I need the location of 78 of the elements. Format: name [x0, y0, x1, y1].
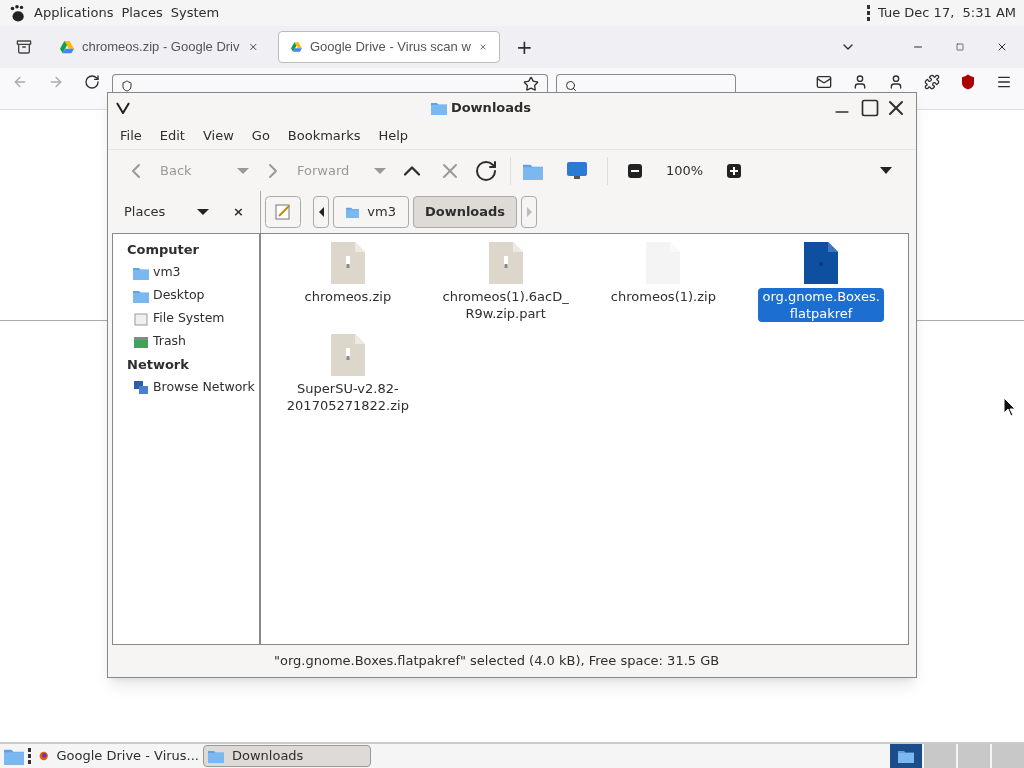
reload-icon[interactable]	[84, 74, 100, 90]
drive-icon	[133, 310, 149, 327]
status-text: "org.gnome.Boxes.flatpakref" selected (4.0 kB), Free space: 31.5 GB	[274, 652, 720, 671]
panel-menu[interactable]: System	[170, 3, 220, 23]
menu-item[interactable]: File	[120, 126, 142, 146]
panel-menu[interactable]: Applications	[34, 3, 114, 23]
zip-file-icon	[330, 334, 365, 376]
file-name[interactable]: SuperSU-v2.82- 201705271822.zip	[282, 380, 413, 414]
path-button[interactable]: Downloads	[413, 196, 517, 228]
file-name[interactable]: chromeos(1).zip	[606, 288, 720, 305]
close-icon[interactable]	[996, 41, 1008, 53]
window-title: Downloads	[450, 99, 532, 118]
foot-logo-icon[interactable]	[8, 4, 26, 22]
workspace-switcher[interactable]	[992, 744, 1024, 768]
computer-icon[interactable]	[567, 160, 587, 181]
sidebar-item[interactable]: vm3	[113, 261, 259, 284]
panel-handle-icon[interactable]	[867, 5, 870, 21]
zoom-out-icon[interactable]	[628, 163, 642, 178]
menu-icon[interactable]	[996, 74, 1012, 90]
zoom-in-icon[interactable]	[727, 163, 742, 178]
zip-file-icon	[488, 242, 523, 284]
menu-item[interactable]: View	[202, 126, 234, 146]
panel-handle-icon[interactable]	[28, 748, 31, 764]
dropdown-icon[interactable]	[197, 209, 210, 215]
sidebar-item[interactable]: Trash	[113, 330, 259, 353]
tab-list-icon[interactable]	[16, 39, 32, 55]
sidebar-item[interactable]: File System	[113, 307, 259, 330]
file-name[interactable]: chromeos.zip	[300, 288, 396, 305]
sidebar-item[interactable]: Browse Network	[113, 376, 259, 399]
panel-menu[interactable]: Places	[121, 3, 163, 23]
shield-icon[interactable]	[960, 74, 976, 90]
close-sidebar-button[interactable]: ×	[233, 202, 244, 222]
browser-tab[interactable]: chromeos.zip - Google Driv	[48, 31, 270, 63]
site-info-icon[interactable]	[121, 80, 133, 92]
profile-icon[interactable]	[852, 74, 868, 90]
file-name[interactable]: org.gnome.Boxes. flatpakref	[758, 288, 884, 322]
folder-icon	[430, 100, 447, 116]
mouse-cursor-icon	[1004, 398, 1016, 416]
browser-tab[interactable]: Google Drive - Virus scan w	[278, 31, 500, 63]
folder-icon	[208, 748, 224, 764]
close-tab-icon[interactable]	[247, 41, 258, 53]
account-icon[interactable]	[888, 74, 904, 90]
maximize-icon[interactable]	[860, 98, 880, 118]
workspace-switcher[interactable]	[958, 744, 990, 768]
menu-item[interactable]: Bookmarks	[287, 126, 361, 146]
zoom-level: 100%	[666, 161, 704, 180]
menu-item[interactable]: Go	[251, 126, 270, 146]
close-tab-icon[interactable]	[478, 41, 487, 53]
network-icon	[133, 379, 149, 396]
bookmark-star-icon[interactable]	[523, 76, 539, 92]
zip-file-icon	[330, 242, 365, 284]
new-tab-button[interactable]: +	[508, 32, 541, 62]
sidebar-heading: Computer	[126, 240, 201, 259]
file-name[interactable]: chromeos(1).6acD_ R9w.zip.part	[438, 288, 573, 322]
path-button[interactable]: vm3	[333, 196, 409, 228]
taskbar-window-button[interactable]: Downloads	[203, 745, 371, 767]
scroll-left-icon[interactable]	[313, 196, 329, 228]
folder-icon	[898, 748, 914, 764]
taskbar-window-button[interactable]: Google Drive - Virus...	[35, 745, 203, 767]
workspace-switcher[interactable]	[924, 744, 956, 768]
mail-icon[interactable]	[816, 74, 832, 90]
extensions-icon[interactable]	[924, 74, 940, 90]
places-label[interactable]: Places	[124, 202, 198, 222]
sidebar-heading: Network	[126, 355, 190, 374]
search-icon	[565, 80, 577, 92]
tab-title: chromeos.zip - Google Driv	[82, 38, 240, 57]
reload-icon[interactable]	[474, 158, 498, 183]
drive-logo-icon	[291, 40, 302, 54]
tab-title: Google Drive - Virus scan w	[309, 38, 471, 57]
drive-logo-icon	[60, 40, 74, 54]
window-menu-icon[interactable]	[116, 102, 130, 114]
menu-item[interactable]: Edit	[159, 126, 185, 146]
package-file-icon	[804, 242, 839, 284]
clock[interactable]: Tue Dec 17, 5:31 AM	[878, 3, 1016, 23]
sidebar-item[interactable]: Desktop	[113, 284, 259, 307]
workspace-switcher[interactable]	[890, 744, 922, 768]
dropdown-icon[interactable]	[880, 167, 892, 174]
menu-item[interactable]: Help	[378, 126, 409, 146]
